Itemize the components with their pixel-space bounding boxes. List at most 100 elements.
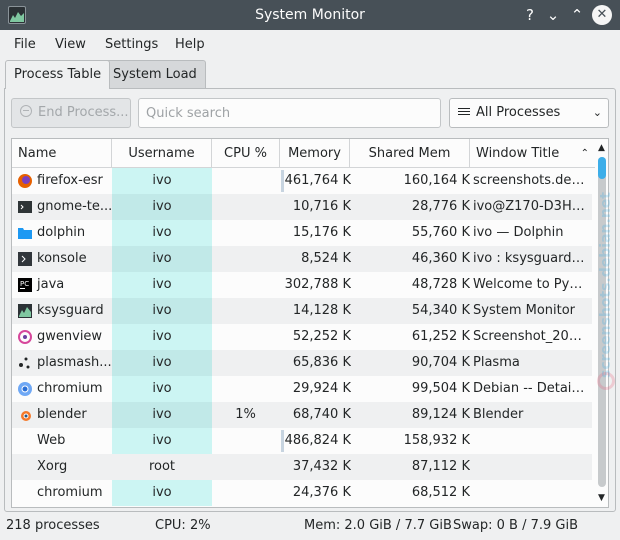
table-row[interactable]: plasmash... ivo 65,836 K 90,704 K Plasma [12,350,592,376]
process-shared-mem: 61,252 K [411,329,470,344]
column-header-cpu[interactable]: CPU % [212,139,280,168]
process-window-title: Debian -- Details... [473,381,588,396]
table-row[interactable]: gwenview ivo 52,252 K 61,252 K Screenshot_20… [12,324,592,350]
process-cpu [212,350,279,376]
tab-system-load[interactable]: System Load [104,60,206,88]
table-row[interactable]: chromium ivo 24,376 K 68,512 K [12,480,592,506]
process-memory: 8,524 K [301,251,351,266]
process-name: Web [37,433,66,448]
process-shared-mem: 46,360 K [411,251,470,266]
end-process-button[interactable]: End Process... [11,98,131,128]
process-memory: 29,924 K [292,381,351,396]
status-process-count: 218 processes [6,518,100,533]
process-name: chromium [37,485,103,500]
menu-help[interactable]: Help [175,37,205,52]
table-row[interactable]: ksysguard ivo 14,128 K 54,340 K System Monit… [12,298,592,324]
table-row[interactable]: blender ivo 1% 68,740 K 89,124 K Blender [12,402,592,428]
status-cpu: CPU: 2% [155,518,211,533]
process-cpu [212,272,279,298]
table-row[interactable]: chromium ivo 29,924 K 99,504 K Debian -- Det… [12,376,592,402]
process-name: blender [37,407,87,422]
title-bar: System Monitor ? ⌄ ⌃ ✕ [0,0,620,30]
table-row[interactable]: dolphin ivo 15,176 K 55,760 Kivo — Dolphin [12,220,592,246]
process-username: ivo [112,350,212,376]
process-cpu [212,246,279,272]
process-cpu [212,298,279,324]
process-filter-value: All Processes [476,105,561,120]
minimize-icon[interactable]: ⌄ [543,5,563,25]
table-row[interactable]: firefox-esr ivo 461,764 K 160,164 Kscreensh… [12,168,592,194]
process-cpu [212,428,279,454]
process-window-title: ivo — Dolphin [473,225,564,240]
process-window-title [473,454,588,480]
process-cpu [212,324,279,350]
process-name: dolphin [37,225,86,240]
menu-view[interactable]: View [55,37,86,52]
scroll-thumb[interactable] [598,157,606,179]
process-name: konsole [37,251,87,266]
watermark: screenshots.debian.net [598,192,614,378]
process-cpu [212,220,279,246]
process-shared-mem: 160,164 K [403,173,470,188]
process-window-title: System Monitor [473,303,576,318]
scroll-down-icon[interactable]: ▼ [595,491,608,505]
column-header-name[interactable]: Name [12,139,112,168]
process-window-title: Screenshot_201... [473,329,588,344]
process-username: ivo [112,246,212,272]
process-cpu: 1% [235,407,256,422]
close-icon[interactable]: ✕ [592,5,612,25]
search-input[interactable] [138,98,441,128]
process-shared-mem: 28,776 K [411,199,470,214]
column-header-memory[interactable]: Memory [280,139,350,168]
menu-settings[interactable]: Settings [105,37,158,52]
table-row[interactable]: gnome-te... ivo 10,716 K 28,776 Kivo@Z170-D… [12,194,592,220]
process-memory: 37,432 K [292,459,351,474]
process-filter-select[interactable]: All Processes ⌄ [449,98,609,128]
tab-process-table[interactable]: Process Table [5,60,111,89]
menu-file[interactable]: File [14,37,36,52]
status-swap: Swap: 0 B / 7.9 GiB [453,518,578,533]
process-username: ivo [112,298,212,324]
process-shared-mem: 90,704 K [411,355,470,370]
table-row[interactable]: Xorg root 37,432 K 87,112 K [12,454,592,480]
process-table[interactable]: Name Username CPU % Memory Shared Mem Wi… [11,138,609,508]
process-shared-mem: 87,112 K [411,459,470,474]
table-row[interactable]: PC java ivo 302,788 K 48,728 K Welcome to PyC… [12,272,592,298]
end-process-label: End Process... [38,105,129,120]
column-header-shared-mem[interactable]: Shared Mem [350,139,470,168]
process-username: ivo [112,194,212,220]
help-icon[interactable]: ? [520,5,540,25]
scroll-up-icon[interactable]: ▲ [595,141,608,155]
process-name: ksysguard [37,303,104,318]
process-cpu [212,194,279,220]
process-name: chromium [37,381,103,396]
process-window-title: ivo : ksysguard ... [473,251,588,266]
process-shared-mem: 158,932 K [403,433,470,448]
process-memory: 15,176 K [292,225,351,240]
table-body: firefox-esr ivo 461,764 K 160,164 Kscreensh… [12,168,592,506]
maximize-icon[interactable]: ⌃ [567,5,587,25]
process-name: firefox-esr [37,173,103,188]
column-header-username[interactable]: Username [112,139,212,168]
process-memory: 461,764 K [284,173,351,188]
process-memory: 65,836 K [292,355,351,370]
table-row[interactable]: konsole ivo 8,524 K 46,360 Kivo : ksysguard… [12,246,592,272]
process-cpu [212,480,279,506]
process-window-title: screenshots.deb... [473,173,588,188]
list-icon [458,108,470,119]
process-name: gnome-te... [37,199,112,214]
process-memory: 14,128 K [292,303,351,318]
process-shared-mem: 99,504 K [411,381,470,396]
stop-icon [20,105,32,117]
chevron-down-icon: ⌄ [592,106,602,119]
process-cpu [212,454,279,480]
process-username: ivo [112,272,212,298]
process-username: ivo [112,402,212,428]
column-header-window-title[interactable]: Window Title ⌃ [470,139,595,168]
process-name: gwenview [37,329,103,344]
table-row[interactable]: Web ivo 486,824 K 158,932 K [12,428,592,454]
process-name: Xorg [37,459,68,474]
process-username: ivo [112,324,212,350]
status-bar: 218 processes CPU: 2% Mem: 2.0 GiB / 7.7… [0,514,620,538]
process-memory: 52,252 K [292,329,351,344]
